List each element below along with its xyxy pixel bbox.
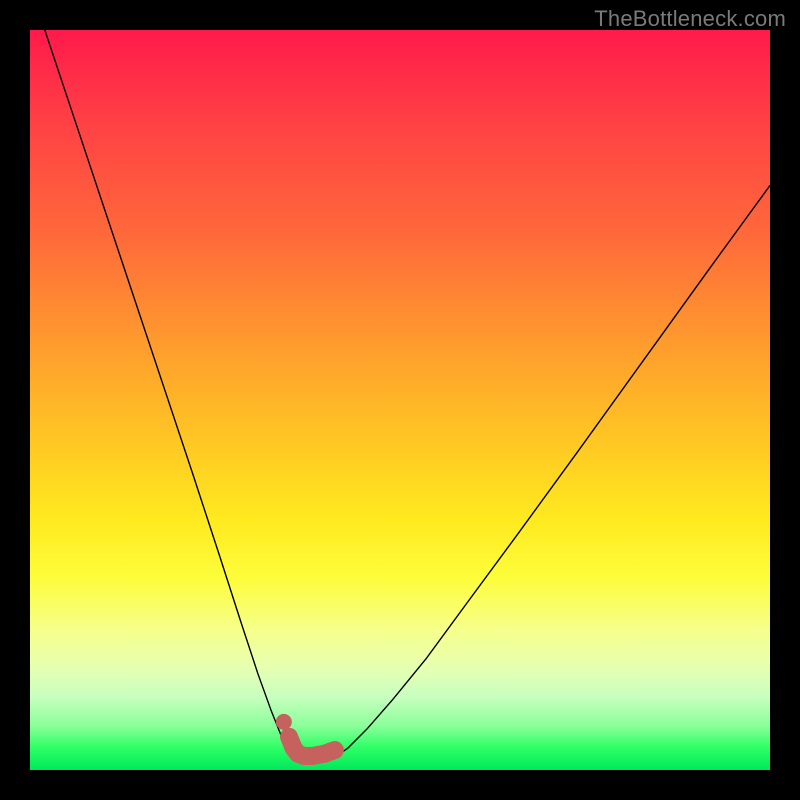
- plot-area: [30, 30, 770, 770]
- right-curve: [335, 185, 770, 757]
- pink-dot-marker: [276, 714, 292, 730]
- curve-layer: [30, 30, 770, 770]
- chart-frame: TheBottleneck.com: [0, 0, 800, 800]
- bold-valley-segment: [289, 737, 335, 756]
- left-curve: [45, 30, 297, 757]
- watermark-text: TheBottleneck.com: [594, 6, 786, 32]
